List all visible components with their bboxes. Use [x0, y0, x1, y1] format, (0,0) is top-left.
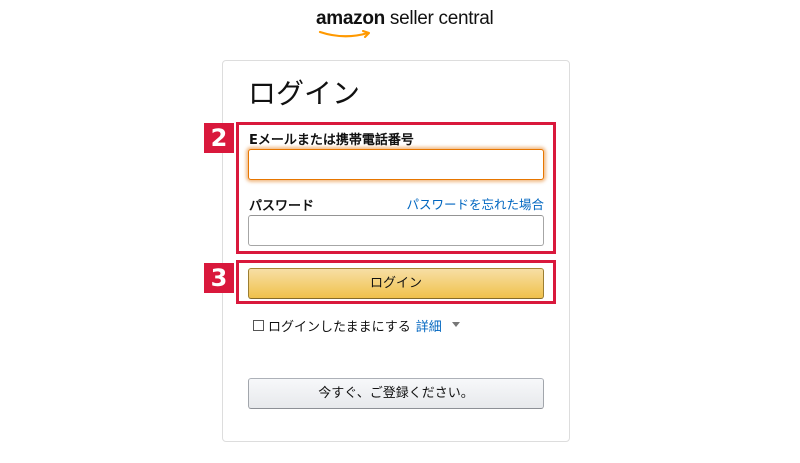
amazon-smile-icon: [318, 30, 370, 38]
remember-me-row: ログインしたままにする 詳細: [253, 316, 460, 335]
amazon-seller-central-logo: amazon seller central: [316, 8, 494, 40]
details-link[interactable]: 詳細: [416, 316, 442, 335]
logo-brand: amazon: [316, 8, 385, 29]
page-title: ログイン: [248, 77, 361, 110]
annotation-box-credentials: [236, 122, 556, 254]
logo-text: amazon seller central: [316, 8, 494, 30]
step-badge-2: 2: [204, 123, 234, 153]
annotation-box-signin: [236, 260, 556, 304]
caret-down-icon[interactable]: [451, 322, 460, 327]
remember-me-label[interactable]: ログインしたままにする: [268, 316, 411, 335]
logo-product: seller central: [384, 8, 494, 29]
register-button[interactable]: 今すぐ、ご登録ください。: [248, 378, 544, 409]
step-badge-3: 3: [204, 263, 234, 293]
remember-me-checkbox[interactable]: [253, 320, 264, 331]
